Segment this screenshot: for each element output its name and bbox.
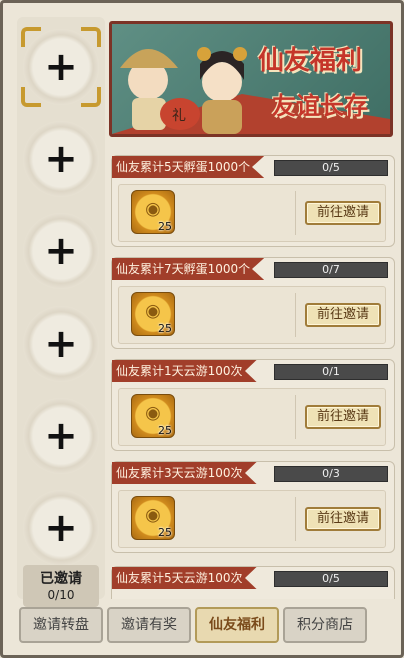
invited-counter: 已邀请 0/10 xyxy=(23,565,99,607)
plus-icon: + xyxy=(44,321,78,367)
invite-slot-4[interactable]: + xyxy=(23,306,99,382)
divider xyxy=(295,293,296,337)
task-card: 仙友累计3天云游100次 0/3 ◉ 25 前往邀请 xyxy=(111,461,395,553)
selection-corner xyxy=(21,27,41,47)
coin-icon: ◉ 25 xyxy=(131,292,175,336)
tab-invite-wheel[interactable]: 邀请转盘 xyxy=(19,607,103,643)
invite-slot-5[interactable]: + xyxy=(23,398,99,474)
plus-icon: + xyxy=(44,413,78,459)
task-card: 仙友累计5天孵蛋1000个 0/5 ◉ 25 前往邀请 xyxy=(111,155,395,247)
coin-symbol: ◉ xyxy=(145,402,161,424)
selection-corner xyxy=(81,87,101,107)
divider xyxy=(295,191,296,235)
plus-icon: + xyxy=(44,505,78,551)
go-invite-button[interactable]: 前往邀请 xyxy=(305,201,381,225)
selection-corner xyxy=(81,27,101,47)
go-invite-button[interactable]: 前往邀请 xyxy=(305,405,381,429)
gift-character: 礼 xyxy=(172,108,186,124)
banner-title-line1: 仙友福利 xyxy=(258,46,363,76)
invite-slot-2[interactable]: + xyxy=(23,121,99,197)
invited-label: 已邀请 xyxy=(40,571,82,587)
task-title: 仙友累计5天孵蛋1000个 xyxy=(112,156,265,178)
progress-bar: 0/3 xyxy=(274,466,388,482)
reward-box: ◉ 25 前往邀请 xyxy=(118,490,386,548)
reward-count: 25 xyxy=(158,322,172,335)
invited-count: 0/10 xyxy=(47,588,75,602)
invite-slot-3[interactable]: + xyxy=(23,213,99,289)
go-invite-button[interactable]: 前往邀请 xyxy=(305,303,381,327)
reward-box: ◉ 25 前往邀请 xyxy=(118,184,386,242)
reward-count: 25 xyxy=(158,220,172,233)
invite-slot-column: + + + + + + 已邀请 0/10 xyxy=(17,17,105,607)
invite-slot-1[interactable]: + xyxy=(21,27,101,107)
progress-bar: 0/1 xyxy=(274,364,388,380)
coin-icon: ◉ 25 xyxy=(131,190,175,234)
divider xyxy=(295,395,296,439)
task-title: 仙友累计1天云游100次 xyxy=(112,360,257,382)
plus-icon: + xyxy=(44,44,78,90)
task-card: 仙友累计7天孵蛋1000个 0/7 ◉ 25 前往邀请 xyxy=(111,257,395,349)
panel-frame: + + + + + + 已邀请 0/10 礼 仙友福利 友谊长存 仙友累计5天孵… xyxy=(0,0,404,658)
coin-symbol: ◉ xyxy=(145,198,161,220)
progress-bar: 0/5 xyxy=(274,571,388,587)
coin-icon: ◉ 25 xyxy=(131,496,175,540)
coin-symbol: ◉ xyxy=(145,300,161,322)
tab-friend-welfare[interactable]: 仙友福利 xyxy=(195,607,279,643)
bottom-tab-bar: 邀请转盘 邀请有奖 仙友福利 积分商店 xyxy=(15,607,395,647)
task-card: 仙友累计5天云游100次 0/5 xyxy=(111,566,395,599)
task-card: 仙友累计1天云游100次 0/1 ◉ 25 前往邀请 xyxy=(111,359,395,451)
tab-points-shop[interactable]: 积分商店 xyxy=(283,607,367,643)
coin-symbol: ◉ xyxy=(145,504,161,526)
plus-icon: + xyxy=(44,228,78,274)
reward-box: ◉ 25 前往邀请 xyxy=(118,388,386,446)
reward-box: ◉ 25 前往邀请 xyxy=(118,286,386,344)
tab-invite-reward[interactable]: 邀请有奖 xyxy=(107,607,191,643)
task-title: 仙友累计7天孵蛋1000个 xyxy=(112,258,265,280)
task-title: 仙友累计3天云游100次 xyxy=(112,462,257,484)
divider xyxy=(295,497,296,541)
progress-bar: 0/7 xyxy=(274,262,388,278)
progress-bar: 0/5 xyxy=(274,160,388,176)
selection-corner xyxy=(21,87,41,107)
welfare-banner: 礼 仙友福利 友谊长存 xyxy=(109,21,393,137)
invite-slot-6[interactable]: + xyxy=(23,490,99,566)
reward-count: 25 xyxy=(158,424,172,437)
task-title: 仙友累计5天云游100次 xyxy=(112,567,257,589)
plus-icon: + xyxy=(44,136,78,182)
coin-icon: ◉ 25 xyxy=(131,394,175,438)
reward-count: 25 xyxy=(158,526,172,539)
go-invite-button[interactable]: 前往邀请 xyxy=(305,507,381,531)
banner-title-line2: 友谊长存 xyxy=(272,91,368,120)
